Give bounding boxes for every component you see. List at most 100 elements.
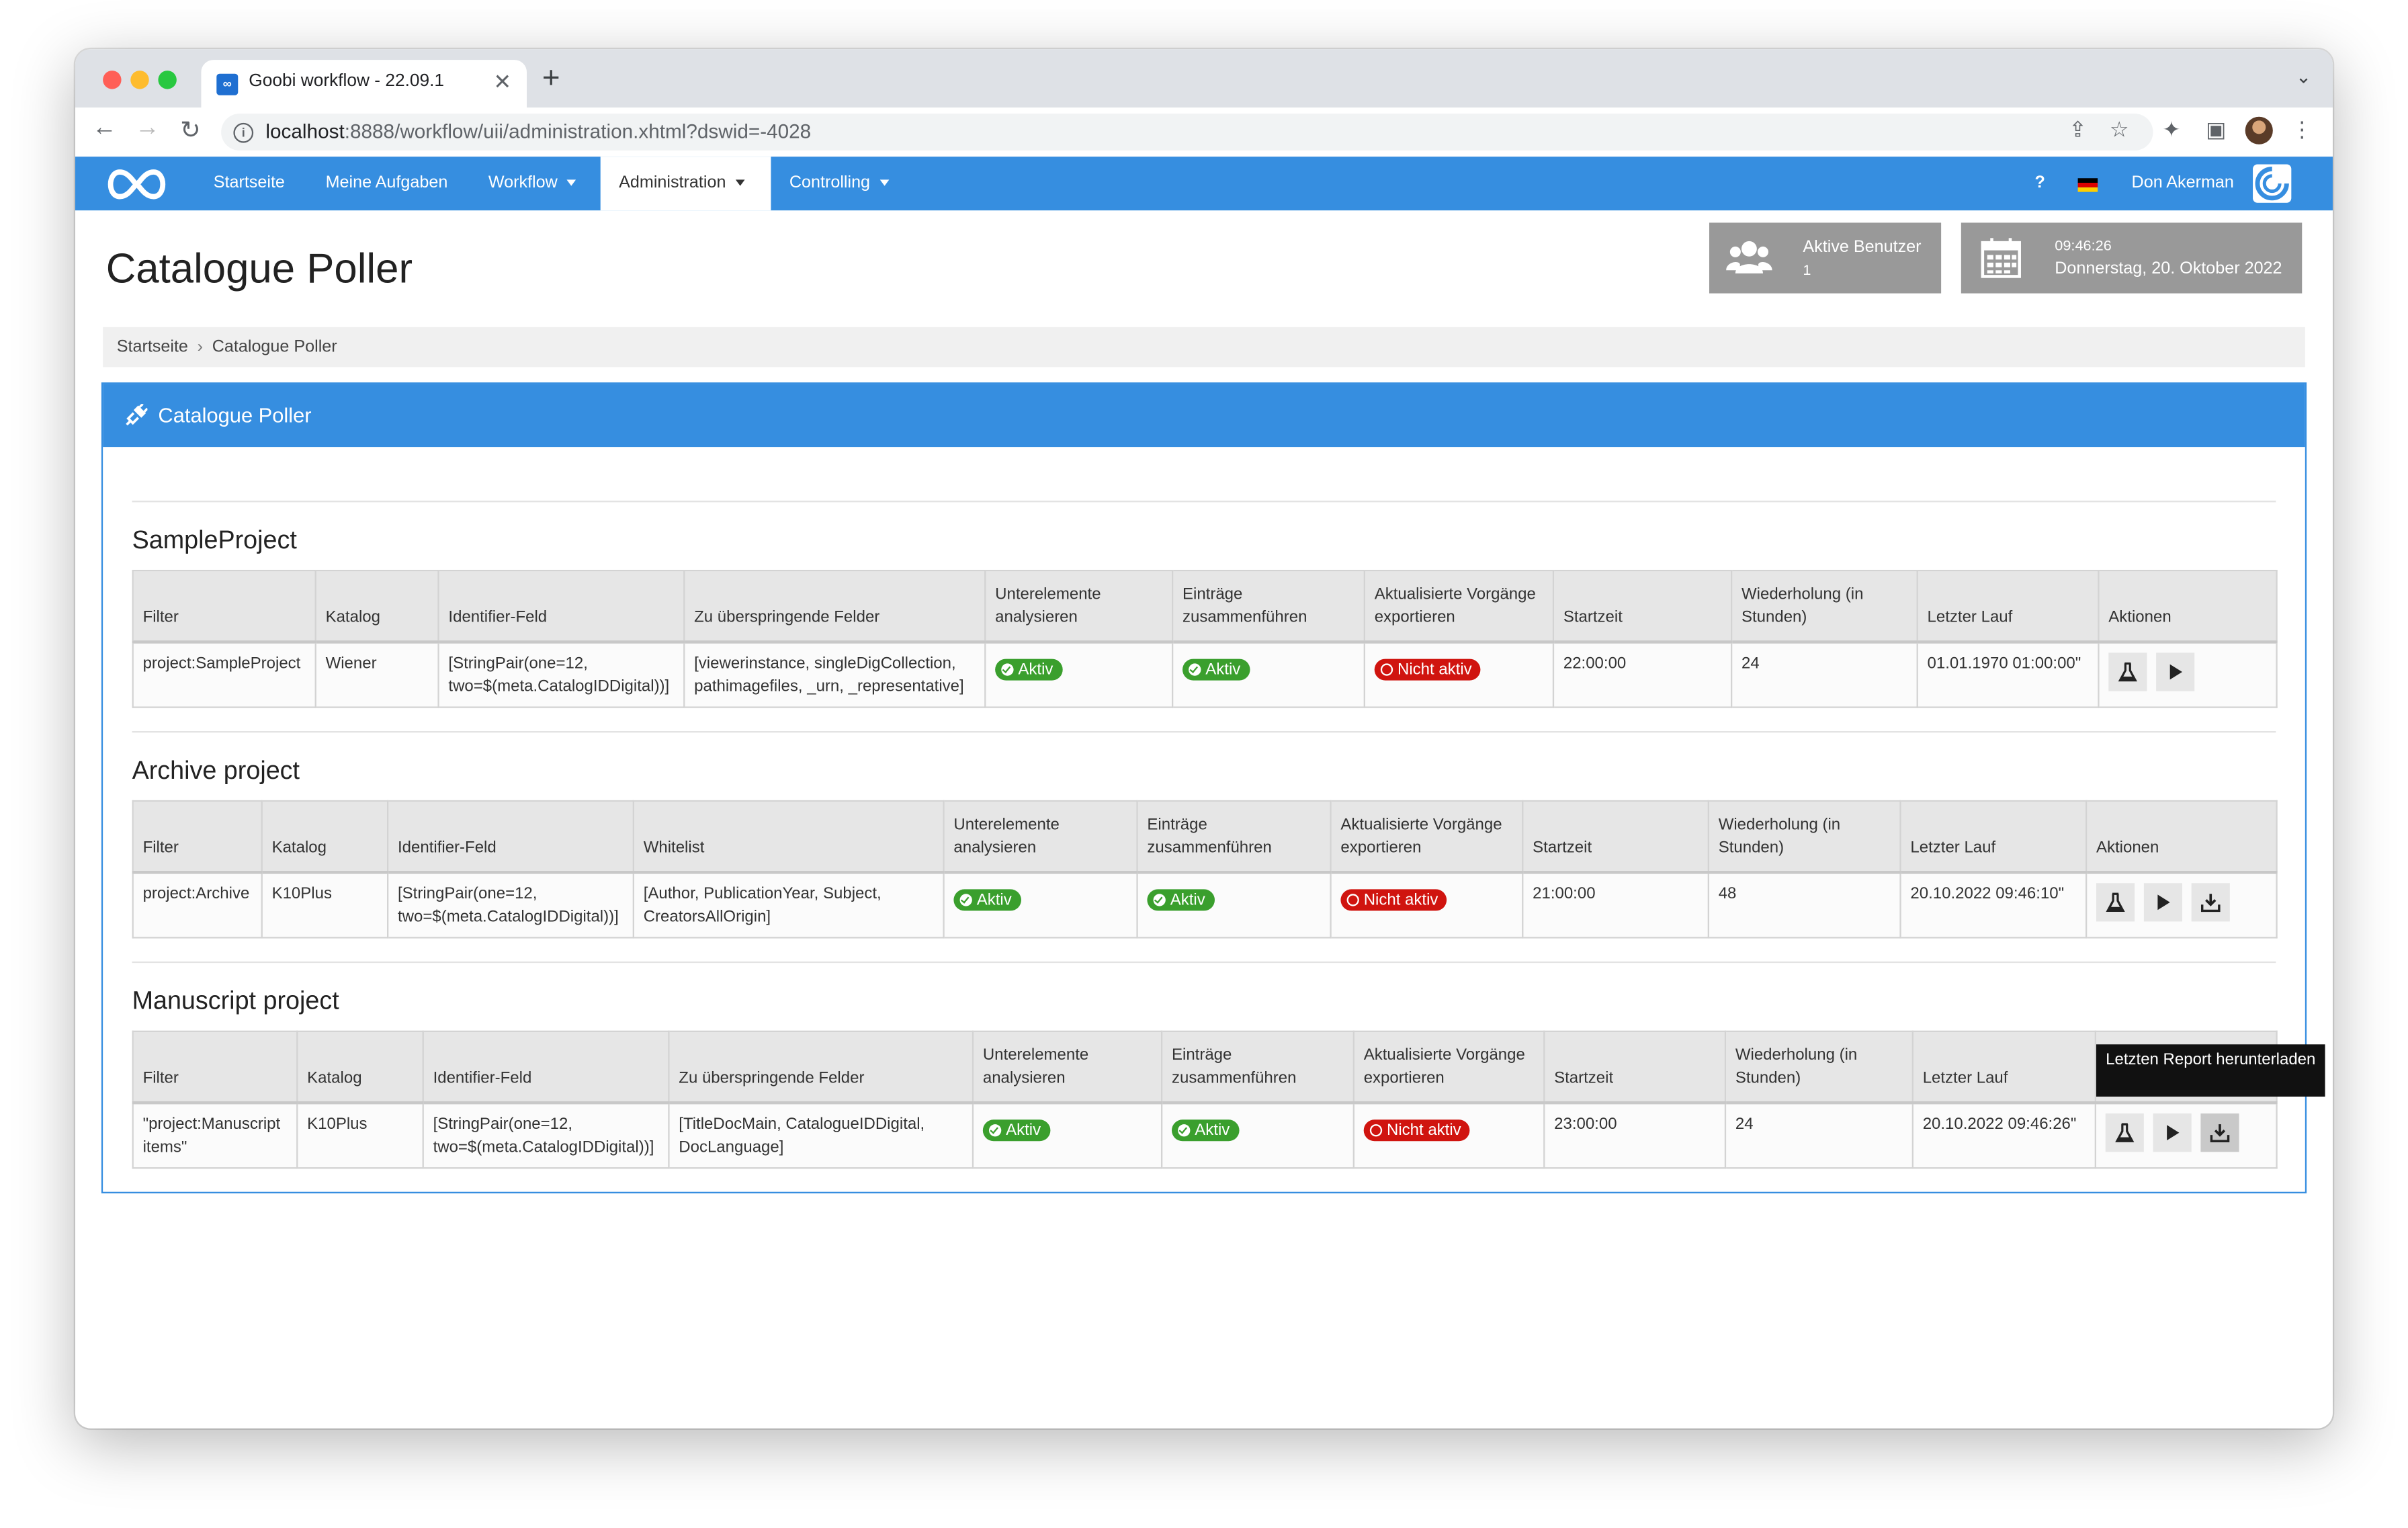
identifier-cell: [StringPair(one=12, two=$(meta.CatalogID… — [386, 872, 634, 939]
fields-cell: [TitleDocMain, CatalogueIDDigital, DocLa… — [668, 1102, 974, 1169]
status-badge-label: Aktiv — [1018, 660, 1054, 679]
share-icon[interactable]: ⇪ — [2064, 117, 2092, 143]
status-badge-label: Aktiv — [1195, 1121, 1230, 1140]
analyse-cell: Aktiv — [984, 641, 1174, 708]
nav-workflow[interactable]: Workflow — [488, 157, 576, 210]
forward-arrow-icon[interactable]: → — [132, 115, 163, 142]
extensions-puzzle-icon[interactable]: ✦ — [2157, 117, 2185, 143]
goobi-favicon-icon: ∞ — [216, 73, 239, 95]
profile-avatar[interactable] — [2245, 116, 2273, 144]
column-header: Whitelist — [632, 800, 945, 874]
download-icon — [2200, 894, 2221, 912]
panel-header: Catalogue Poller — [103, 384, 2305, 448]
status-badge-label: Nicht aktiv — [1386, 1121, 1461, 1140]
user-avatar-logo-icon[interactable] — [2253, 164, 2292, 203]
tab-close-icon[interactable]: ✕ — [493, 69, 511, 95]
export-cell: Nicht aktiv — [1363, 641, 1555, 708]
panel-title: Catalogue Poller — [158, 404, 312, 427]
run-button[interactable] — [2153, 1113, 2192, 1152]
project-table: Filter Katalog Identifier-Feld Zu übersp… — [132, 1030, 2278, 1169]
url-text[interactable]: localhost:8888/workflow/uii/administrati… — [265, 120, 811, 142]
circle-icon — [1369, 1124, 1383, 1137]
catalogue-poller-panel: Catalogue Poller SampleProject Filter Ka… — [101, 382, 2307, 1193]
column-header: Startzeit — [1543, 1030, 1727, 1105]
status-badge: Aktiv — [953, 889, 1021, 911]
back-arrow-icon[interactable]: ← — [89, 115, 120, 142]
tab-search-chevron-icon[interactable]: ⌄ — [2296, 66, 2311, 87]
run-button[interactable] — [2156, 652, 2195, 691]
browser-tab[interactable]: ∞ Goobi workflow - 22.09.1 ✕ — [201, 60, 527, 108]
export-cell: Nicht aktiv — [1352, 1102, 1545, 1169]
test-button[interactable] — [2096, 883, 2135, 922]
site-info-icon[interactable]: i — [233, 122, 254, 143]
minimize-window-button[interactable] — [130, 71, 149, 89]
analyse-cell: Aktiv — [972, 1102, 1163, 1169]
active-users-box[interactable]: Aktive Benutzer 1 — [1709, 222, 1942, 294]
user-menu[interactable]: Don Akerman — [2132, 173, 2234, 192]
nav-controlling-label: Controlling — [789, 173, 871, 192]
column-header: Letzter Lauf — [1911, 1030, 2096, 1105]
download-report-tooltip: Letzten Report herunterladen — [2096, 1044, 2325, 1097]
status-badge: Aktiv — [1171, 1119, 1240, 1142]
goobi-logo-icon[interactable] — [103, 166, 171, 203]
status-badge: Aktiv — [982, 1119, 1050, 1142]
german-flag-icon[interactable] — [2077, 178, 2098, 192]
maximize-window-button[interactable] — [158, 71, 177, 89]
divider — [132, 501, 2276, 503]
start-cell: 22:00:00 — [1552, 641, 1733, 708]
status-badge: Aktiv — [995, 659, 1063, 681]
breadcrumb-current: Catalogue Poller — [212, 337, 337, 357]
status-badge-label: Nicht aktiv — [1363, 890, 1438, 910]
side-panel-icon[interactable]: ▣ — [2202, 117, 2230, 143]
close-window-button[interactable] — [103, 71, 122, 89]
column-header: Zu überspringende Felder — [683, 570, 986, 644]
nav-workflow-label: Workflow — [488, 173, 558, 192]
tab-title: Goobi workflow - 22.09.1 — [249, 72, 445, 91]
breadcrumb-home-link[interactable]: Startseite — [117, 338, 188, 356]
current-time: 09:46:26 — [2055, 238, 2112, 255]
status-badge-label: Aktiv — [1170, 890, 1205, 910]
users-icon — [1726, 241, 1772, 273]
play-icon — [2169, 664, 2182, 680]
current-date: Donnerstag, 20. Oktober 2022 — [2055, 259, 2282, 278]
flask-icon — [2106, 892, 2125, 912]
column-header: Aktionen — [2098, 570, 2278, 644]
nav-meine-aufgaben[interactable]: Meine Aufgaben — [326, 157, 448, 210]
address-bar[interactable]: i localhost:8888/workflow/uii/administra… — [221, 114, 2153, 151]
nav-administration[interactable]: Administration — [600, 157, 771, 211]
column-header: Startzeit — [1552, 570, 1733, 644]
merge-cell: Aktiv — [1160, 1102, 1354, 1169]
play-icon — [2157, 894, 2170, 910]
test-button[interactable] — [2105, 1113, 2144, 1152]
check-circle-icon — [1001, 663, 1014, 676]
page-title: Catalogue Poller — [105, 245, 413, 292]
status-badge-label: Aktiv — [1006, 1121, 1041, 1140]
table-row: "project:Manuscript items" K10Plus [Stri… — [132, 1102, 2278, 1169]
calendar-icon — [1981, 238, 2021, 278]
flask-icon — [2115, 1123, 2135, 1142]
help-button[interactable]: ? — [2035, 173, 2045, 192]
test-button[interactable] — [2108, 652, 2147, 691]
bookmark-star-icon[interactable]: ☆ — [2106, 117, 2133, 143]
status-badge-label: Nicht aktiv — [1397, 660, 1472, 679]
url-path: :8888/workflow/uii/administration.xhtml?… — [344, 120, 812, 143]
catalog-cell: K10Plus — [296, 1102, 424, 1169]
run-button[interactable] — [2143, 883, 2182, 922]
nav-startseite[interactable]: Startseite — [214, 157, 285, 210]
column-header: Letzter Lauf — [1899, 800, 2088, 874]
new-tab-icon[interactable]: + — [542, 61, 560, 97]
browser-menu-icon[interactable]: ⋮ — [2288, 117, 2316, 143]
last-run-cell: 20.10.2022 09:46:26" — [1911, 1102, 2096, 1169]
project-table: Filter Katalog Identifier-Feld Zu übersp… — [132, 570, 2278, 708]
download-report-button[interactable] — [2191, 883, 2230, 922]
column-header: Filter — [132, 1030, 298, 1105]
export-cell: Nicht aktiv — [1330, 872, 1524, 939]
reload-icon[interactable]: ↻ — [175, 115, 206, 146]
column-header: Wiederholung (in Stunden) — [1724, 1030, 1914, 1105]
column-header: Identifier-Feld — [422, 1030, 670, 1105]
table-row: project:SampleProject Wiener [StringPair… — [132, 641, 2278, 708]
repeat-cell: 48 — [1707, 872, 1901, 939]
download-report-button[interactable] — [2200, 1113, 2239, 1152]
status-badge: Nicht aktiv — [1340, 889, 1448, 911]
nav-controlling[interactable]: Controlling — [789, 157, 889, 210]
